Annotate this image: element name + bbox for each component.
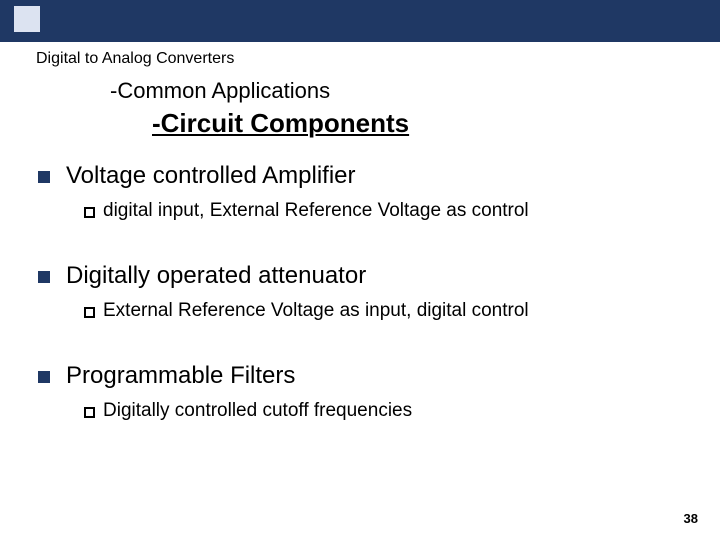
title-bar-accent-square — [14, 6, 40, 32]
bullet-square-icon — [38, 171, 50, 183]
bullet-title: Programmable Filters — [66, 362, 295, 390]
bullet-hollow-square-icon — [84, 207, 95, 218]
list-item: Digitally operated attenuator External R… — [38, 262, 700, 322]
bullet-title: Digitally operated attenuator — [66, 262, 366, 290]
list-item: Programmable Filters Digitally controlle… — [38, 362, 700, 422]
subbullet-text: Digitally controlled cutoff frequencies — [103, 400, 412, 422]
list-item: Voltage controlled Amplifier digital inp… — [38, 162, 700, 222]
subbullet-text: External Reference Voltage as input, dig… — [103, 300, 529, 322]
bullet-square-icon — [38, 371, 50, 383]
subheading-text: -Common Applications — [110, 78, 330, 104]
section-title: -Circuit Components — [152, 108, 409, 139]
bullet-square-icon — [38, 271, 50, 283]
bullet-hollow-square-icon — [84, 307, 95, 318]
subbullet-text: digital input, External Reference Voltag… — [103, 200, 529, 222]
bullet-hollow-square-icon — [84, 407, 95, 418]
page-number: 38 — [684, 511, 698, 526]
title-bar — [0, 0, 720, 42]
bullet-title: Voltage controlled Amplifier — [66, 162, 356, 190]
breadcrumb-text: Digital to Analog Converters — [36, 50, 234, 68]
slide-body: Voltage controlled Amplifier digital inp… — [38, 162, 700, 462]
